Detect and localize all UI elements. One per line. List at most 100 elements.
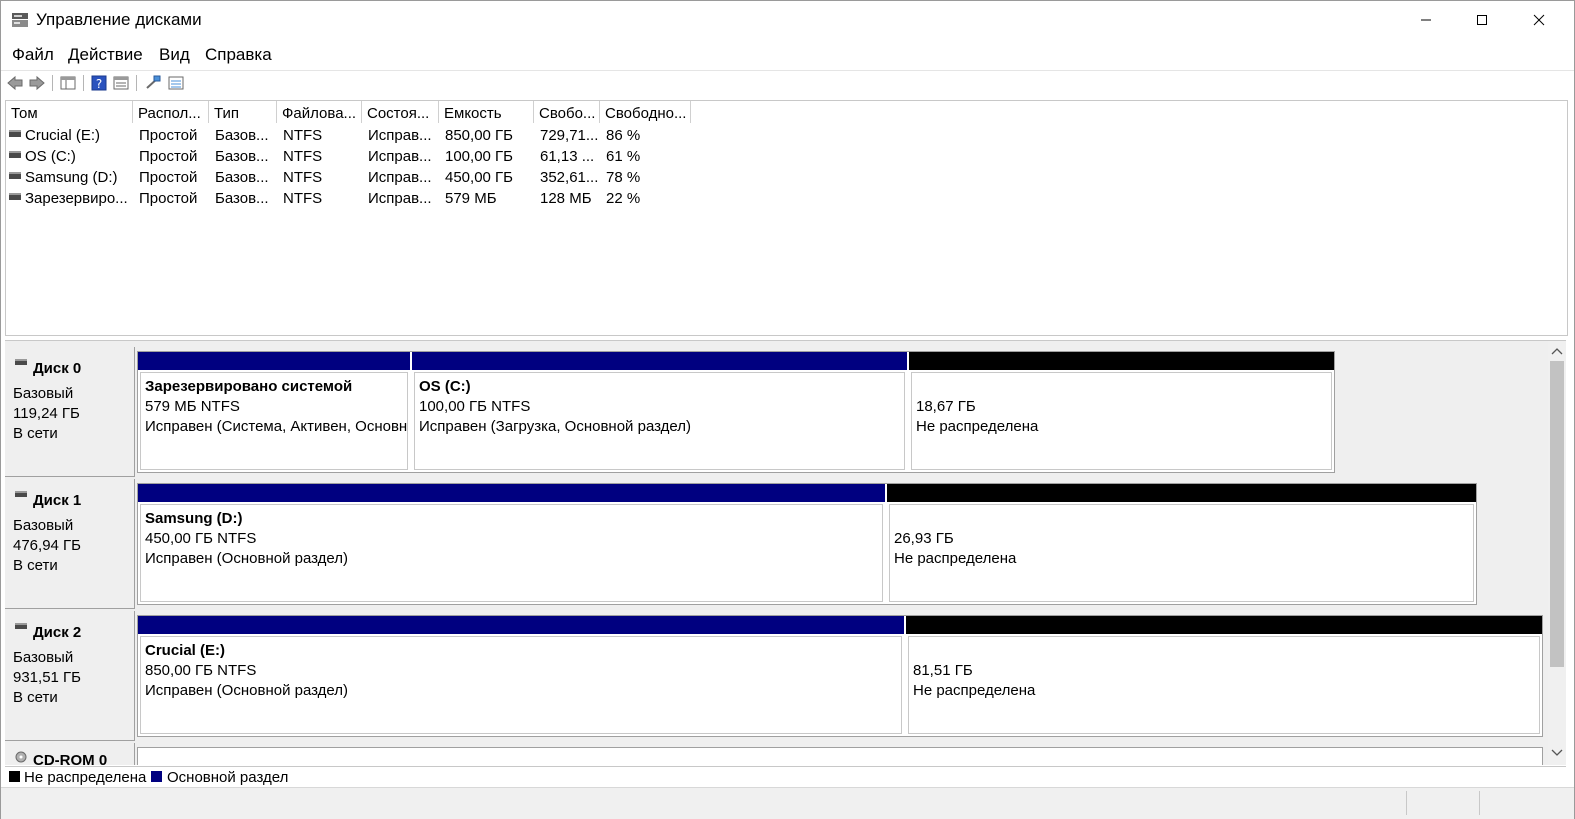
window-title: Управление дисками (36, 10, 202, 29)
free-percent-cell: 78 % (606, 169, 641, 186)
free-space-cell: 128 МБ (540, 190, 592, 207)
partition-body: 81,51 ГБ Не распределена (908, 636, 1540, 734)
menu-action[interactable]: Действие (68, 45, 143, 65)
volume-cell: Зарезервиро... (9, 190, 133, 207)
status-bar (1, 787, 1574, 819)
layout-cell: Простой (139, 127, 198, 144)
free-space-cell: 61,13 ... (540, 148, 595, 165)
disk-type: Базовый (13, 385, 74, 402)
scroll-up-icon[interactable] (1548, 343, 1566, 359)
partition-type-bar (909, 352, 1334, 370)
cdrom-0-area (137, 747, 1543, 765)
disk-0-partitions: Зарезервировано системой 579 МБ NTFS Исп… (137, 351, 1335, 473)
volume-cell: Samsung (D:) (9, 169, 133, 186)
properties-icon[interactable] (112, 74, 130, 92)
menu-file[interactable]: Файл (12, 45, 54, 65)
volume-icon (9, 130, 21, 137)
disk-graphical-view: Диск 0 Базовый 119,24 ГБ В сети Зарезерв… (5, 340, 1566, 765)
partition-os-c[interactable]: OS (C:) 100,00 ГБ NTFS Исправен (Загрузк… (412, 352, 907, 472)
partition-type-bar (138, 352, 410, 370)
column-header-filesystem[interactable]: Файлова... (277, 101, 362, 123)
connect-icon[interactable] (144, 74, 162, 92)
table-row[interactable]: Crucial (E:) Простой Базов... NTFS Испра… (6, 125, 706, 146)
layout-cell: Простой (139, 148, 198, 165)
title-bar: Управление дисками (1, 1, 1574, 39)
column-header-layout[interactable]: Распол... (133, 101, 209, 123)
volume-cell: Crucial (E:) (9, 127, 133, 144)
disk-type: Базовый (13, 649, 74, 666)
disk-name: Диск 1 (15, 491, 81, 509)
status-cell: Исправ... (368, 148, 432, 165)
disk-management-window: Управление дисками Файл Действие Вид Спр… (0, 0, 1575, 819)
menu-view[interactable]: Вид (159, 45, 190, 65)
column-header-free-space[interactable]: Свобо... (534, 101, 600, 123)
minimize-icon (1421, 19, 1431, 21)
graphical-view-scrollbar[interactable] (1548, 341, 1566, 765)
partition-crucial-e[interactable]: Crucial (E:) 850,00 ГБ NTFS Исправен (Ос… (138, 616, 904, 736)
list-header: Том Распол... Тип Файлова... Состоя... Е… (6, 101, 1567, 123)
column-header-volume[interactable]: Том (6, 101, 133, 123)
table-row[interactable]: Samsung (D:) Простой Базов... NTFS Испра… (6, 167, 706, 188)
capacity-cell: 579 МБ (445, 190, 497, 207)
toolbar-separator (136, 75, 137, 91)
close-button[interactable] (1511, 1, 1567, 39)
table-row[interactable]: OS (C:) Простой Базов... NTFS Исправ... … (6, 146, 706, 167)
capacity-cell: 450,00 ГБ (445, 169, 514, 186)
cdrom-0-label[interactable]: CD-ROM 0 (5, 743, 135, 765)
partition-size: 850,00 ГБ NTFS (145, 662, 257, 679)
volume-icon (9, 193, 21, 200)
partition-size: 18,67 ГБ (916, 398, 976, 415)
list-view-icon[interactable] (167, 74, 185, 92)
partition-title: Зарезервировано системой (145, 378, 353, 395)
partition-unallocated[interactable]: 81,51 ГБ Не распределена (906, 616, 1542, 736)
menu-help[interactable]: Справка (205, 45, 272, 65)
view-icon[interactable] (59, 74, 77, 92)
partition-status: Исправен (Загрузка, Основной раздел) (419, 418, 692, 435)
partition-type-bar (138, 484, 885, 502)
partition-unallocated[interactable]: 18,67 ГБ Не распределена (909, 352, 1334, 472)
legend-swatch-unallocated (9, 771, 20, 782)
disk-status: В сети (13, 557, 58, 574)
disk-0-label[interactable]: Диск 0 Базовый 119,24 ГБ В сети (5, 347, 135, 477)
partition-status: Исправен (Основной раздел) (145, 550, 349, 567)
column-header-free-percent[interactable]: Свободно... (600, 101, 691, 123)
disk-icon (15, 359, 27, 365)
toolbar: ? (1, 70, 1574, 95)
disk-icon (15, 491, 27, 497)
disk-1-label[interactable]: Диск 1 Базовый 476,94 ГБ В сети (5, 479, 135, 609)
partition-size: 100,00 ГБ NTFS (419, 398, 531, 415)
help-icon[interactable]: ? (90, 74, 108, 92)
capacity-cell: 100,00 ГБ (445, 148, 514, 165)
back-arrow-icon[interactable] (6, 74, 24, 92)
disk-1-partitions: Samsung (D:) 450,00 ГБ NTFS Исправен (Ос… (137, 483, 1477, 605)
partition-samsung-d[interactable]: Samsung (D:) 450,00 ГБ NTFS Исправен (Ос… (138, 484, 885, 604)
free-space-cell: 729,71... (540, 127, 599, 144)
disk-type: Базовый (13, 517, 74, 534)
partition-title: OS (C:) (419, 378, 471, 395)
column-header-capacity[interactable]: Емкость (439, 101, 534, 123)
maximize-button[interactable] (1454, 1, 1510, 39)
scrollbar-thumb[interactable] (1550, 361, 1564, 667)
partition-title: Samsung (D:) (145, 510, 243, 527)
disk-size: 931,51 ГБ (13, 669, 82, 686)
disk-2-label[interactable]: Диск 2 Базовый 931,51 ГБ В сети (5, 611, 135, 741)
table-row[interactable]: Зарезервиро... Простой Базов... NTFS Исп… (6, 188, 706, 209)
partition-unallocated[interactable]: 26,93 ГБ Не распределена (887, 484, 1476, 604)
minimize-button[interactable] (1398, 1, 1454, 39)
disk-2-partitions: Crucial (E:) 850,00 ГБ NTFS Исправен (Ос… (137, 615, 1543, 737)
partition-size: 26,93 ГБ (894, 530, 954, 547)
free-space-cell: 352,61... (540, 169, 599, 186)
disk-size: 476,94 ГБ (13, 537, 82, 554)
scroll-down-icon[interactable] (1548, 745, 1566, 761)
column-header-type[interactable]: Тип (209, 101, 277, 123)
column-header-status[interactable]: Состоя... (362, 101, 439, 123)
partition-status: Не распределена (894, 550, 1017, 567)
volume-icon (9, 151, 21, 158)
forward-arrow-icon[interactable] (28, 74, 46, 92)
type-cell: Базов... (215, 148, 269, 165)
partition-status: Не распределена (916, 418, 1039, 435)
legend-swatch-primary (151, 771, 162, 782)
free-percent-cell: 22 % (606, 190, 641, 207)
partition-size: 579 МБ NTFS (145, 398, 240, 415)
partition-system-reserved[interactable]: Зарезервировано системой 579 МБ NTFS Исп… (138, 352, 410, 472)
